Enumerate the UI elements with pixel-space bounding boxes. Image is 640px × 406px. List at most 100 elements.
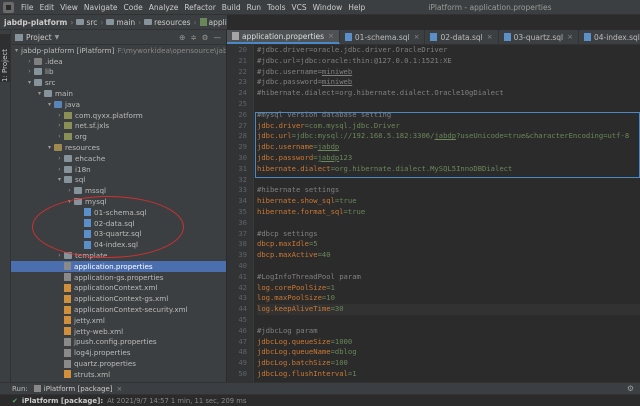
- code-line[interactable]: [257, 261, 640, 272]
- chevron-down-icon[interactable]: ▾: [25, 79, 34, 86]
- chevron-right-icon[interactable]: ›: [55, 122, 64, 129]
- tree-item[interactable]: › .idea: [11, 56, 226, 67]
- chevron-down-icon[interactable]: ▾: [35, 90, 44, 97]
- menu-file[interactable]: File: [18, 3, 37, 12]
- tree-item[interactable]: › mssql: [11, 185, 226, 196]
- menu-code[interactable]: Code: [121, 3, 146, 12]
- menu-view[interactable]: View: [57, 3, 81, 12]
- chevron-right-icon[interactable]: ›: [25, 58, 34, 65]
- code-content[interactable]: #jdbc.driver=oracle.jdbc.driver.OracleDr…: [257, 45, 640, 380]
- close-icon[interactable]: ×: [567, 33, 573, 41]
- tree-item[interactable]: ▾ main: [11, 88, 226, 99]
- editor-tab[interactable]: 04-index.sql×: [579, 30, 640, 44]
- tree-item[interactable]: struts.xml: [11, 369, 226, 380]
- code-line[interactable]: [257, 315, 640, 326]
- code-line[interactable]: jdbcLog.queueName=dblog: [257, 347, 640, 358]
- code-editor[interactable]: 20 21 22 23 24 25 26 27 28 29 30 31 32 33 34 35 36 37 38 39…: [227, 45, 640, 382]
- chevron-down-icon[interactable]: ▾: [15, 47, 18, 54]
- tree-item[interactable]: › net.sf.jxls: [11, 121, 226, 132]
- chevron-down-icon[interactable]: ▾: [45, 144, 54, 151]
- collapse-icon[interactable]: ≑: [190, 33, 196, 42]
- breadcrumb-item[interactable]: src ›: [76, 18, 106, 27]
- tree-item[interactable]: › com.qyxx.platform: [11, 110, 226, 121]
- tree-item[interactable]: › org: [11, 131, 226, 142]
- chevron-down-icon[interactable]: ▾: [55, 176, 64, 183]
- code-line[interactable]: log.corePoolSize=1: [257, 283, 640, 294]
- menu-help[interactable]: Help: [345, 3, 368, 12]
- chevron-right-icon[interactable]: ›: [65, 187, 74, 194]
- tree-item[interactable]: log4j.properties: [11, 347, 226, 358]
- chevron-right-icon[interactable]: ›: [25, 68, 34, 75]
- chevron-down-icon[interactable]: ▾: [45, 101, 54, 108]
- code-line[interactable]: dbcp.maxIdle=5: [257, 239, 640, 250]
- close-icon[interactable]: ×: [117, 385, 123, 393]
- tree-item[interactable]: jetty.xml: [11, 315, 226, 326]
- breadcrumb-item[interactable]: application.properties: [199, 18, 227, 27]
- tree-item[interactable]: application-gs.properties: [11, 272, 226, 283]
- code-line[interactable]: [257, 218, 640, 229]
- code-line[interactable]: hibernate.format_sql=true: [257, 207, 640, 218]
- tree-item[interactable]: ▾ resources: [11, 142, 226, 153]
- code-line[interactable]: [257, 99, 640, 110]
- editor-tab[interactable]: 02-data.sql ×: [425, 30, 499, 44]
- close-icon[interactable]: ×: [328, 32, 334, 40]
- tree-item[interactable]: jetty-web.xml: [11, 326, 226, 337]
- tree-item[interactable]: application.properties: [11, 260, 226, 272]
- code-line[interactable]: dbcp.maxActive=40: [257, 250, 640, 261]
- chevron-right-icon[interactable]: ›: [55, 112, 64, 119]
- tree-item[interactable]: applicationContext.xml: [11, 283, 226, 294]
- code-line[interactable]: #jdbc.url=jdbc:oracle:thin:@127.0.0.1:15…: [257, 56, 640, 67]
- run-status-text[interactable]: iPlatform [package]:: [22, 397, 103, 405]
- close-icon[interactable]: ×: [414, 33, 420, 41]
- code-line[interactable]: #hibernate settings: [257, 185, 640, 196]
- menu-window[interactable]: Window: [310, 3, 346, 12]
- breadcrumb-item[interactable]: resources ›: [144, 18, 199, 27]
- code-line[interactable]: #LogInfoThreadPool param: [257, 272, 640, 283]
- code-line[interactable]: jdbcLog.flushInterval=1: [257, 369, 640, 380]
- editor-tab[interactable]: application.properties ×: [227, 30, 340, 44]
- menu-refactor[interactable]: Refactor: [181, 3, 218, 12]
- code-line[interactable]: #hibernate.dialect=org.hibernate.dialect…: [257, 88, 640, 99]
- project-tool-window-button[interactable]: 1: Project: [0, 34, 10, 82]
- project-view-selector[interactable]: Project: [26, 33, 52, 42]
- menu-tools[interactable]: Tools: [264, 3, 288, 12]
- code-line[interactable]: jdbcLog.batchSize=100: [257, 358, 640, 369]
- tree-item[interactable]: ▾ java: [11, 99, 226, 110]
- menu-navigate[interactable]: Navigate: [81, 3, 121, 12]
- close-icon[interactable]: ×: [487, 33, 493, 41]
- tree-item[interactable]: › ehcache: [11, 153, 226, 164]
- chevron-right-icon[interactable]: ›: [55, 155, 64, 162]
- locate-icon[interactable]: ⊕: [179, 33, 185, 42]
- run-tab[interactable]: iPlatform [package] ×: [33, 385, 123, 393]
- hide-icon[interactable]: —: [214, 33, 222, 42]
- menu-run[interactable]: Run: [244, 3, 264, 12]
- gear-icon[interactable]: ⚙: [202, 33, 209, 42]
- menu-build[interactable]: Build: [219, 3, 244, 12]
- tree-item[interactable]: › i18n: [11, 164, 226, 175]
- code-line[interactable]: #jdbc.username=miniweb: [257, 67, 640, 78]
- chevron-down-icon[interactable]: ▼: [55, 34, 60, 41]
- breadcrumb-item[interactable]: jabdp-platform ›: [4, 18, 76, 27]
- code-line[interactable]: log.maxPoolSize=10: [257, 293, 640, 304]
- editor-tab[interactable]: 01-schema.sql ×: [340, 30, 426, 44]
- tree-item[interactable]: quartz.properties: [11, 358, 226, 369]
- editor-tab[interactable]: 03-quartz.sql ×: [499, 30, 579, 44]
- tree-item[interactable]: jpush.config.properties: [11, 337, 226, 348]
- code-line[interactable]: #jdbc.password=miniweb: [257, 77, 640, 88]
- code-line[interactable]: #dbcp settings: [257, 229, 640, 240]
- tree-item[interactable]: ▾ src: [11, 77, 226, 88]
- breadcrumb-item[interactable]: main ›: [106, 18, 144, 27]
- code-line[interactable]: #jdbcLog param: [257, 326, 640, 337]
- code-line[interactable]: hibernate.show_sql=true: [257, 196, 640, 207]
- code-line[interactable]: log.keepAliveTime=30: [257, 304, 640, 315]
- tree-item[interactable]: ▾ sql: [11, 175, 226, 186]
- tree-item[interactable]: › lib: [11, 67, 226, 78]
- chevron-right-icon[interactable]: ›: [55, 133, 64, 140]
- chevron-right-icon[interactable]: ›: [55, 252, 64, 259]
- menu-edit[interactable]: Edit: [37, 3, 58, 12]
- tree-item[interactable]: applicationContext-security.xml: [11, 304, 226, 315]
- code-line[interactable]: jdbcLog.queueSize=1000: [257, 337, 640, 348]
- menu-vcs[interactable]: VCS: [288, 3, 309, 12]
- code-line[interactable]: #jdbc.driver=oracle.jdbc.driver.OracleDr…: [257, 45, 640, 56]
- chevron-right-icon[interactable]: ›: [55, 166, 64, 173]
